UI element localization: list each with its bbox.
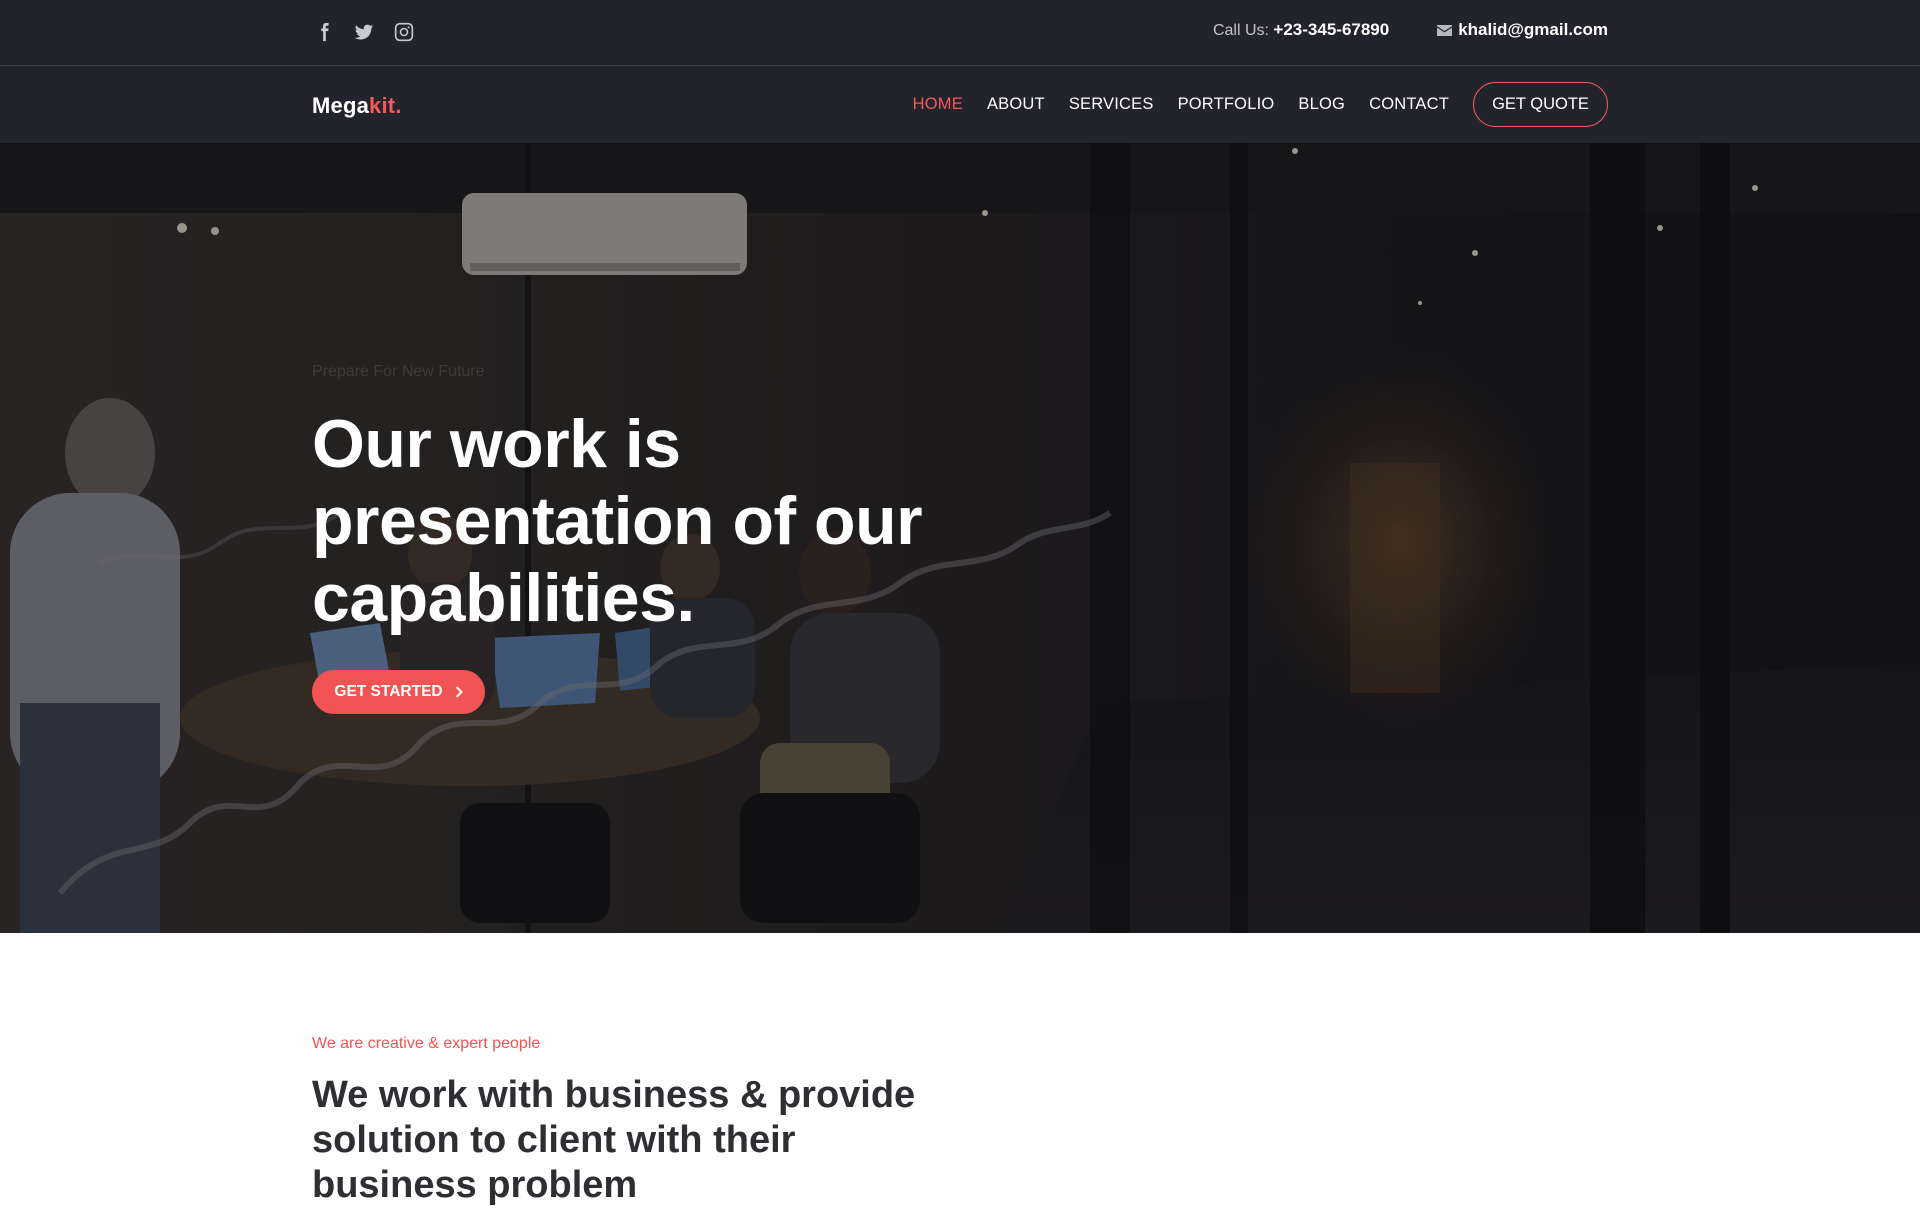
about-title-line: business problem — [312, 1164, 638, 1206]
instagram-icon[interactable] — [392, 20, 416, 44]
hero-title: Our work is presentation of our capabili… — [312, 406, 1012, 637]
mail-icon — [1437, 24, 1453, 36]
call-label: Call Us: — [1212, 22, 1269, 39]
about-title: We work with business & provide solution… — [312, 1073, 992, 1208]
phone-contact: Call Us: +23-345-67890 — [1213, 20, 1389, 40]
nav-item-home[interactable]: HOME — [913, 95, 963, 114]
site-logo[interactable]: Megakit. — [312, 93, 402, 119]
contact-info: Call Us: +23-345-67890 khalid@gmail.com — [1213, 20, 1608, 40]
email-contact: khalid@gmail.com — [1437, 20, 1608, 40]
get-started-label: GET STARTED — [334, 683, 443, 700]
nav-item-blog[interactable]: BLOG — [1298, 95, 1345, 114]
email-address[interactable]: khalid@gmail.com — [1458, 20, 1608, 40]
main-navbar: Megakit. HOME ABOUT SERVICES PORTFOLIO B… — [0, 66, 1920, 143]
logo-main-text: Mega — [312, 93, 370, 118]
nav-item-services[interactable]: SERVICES — [1069, 95, 1154, 114]
hero-title-line: Our work is — [312, 406, 681, 482]
twitter-icon[interactable] — [352, 20, 376, 44]
phone-number[interactable]: +23-345-67890 — [1273, 20, 1389, 39]
hero-title-line: capabilities. — [312, 560, 695, 636]
nav-menu: HOME ABOUT SERVICES PORTFOLIO BLOG CONTA… — [889, 82, 1608, 127]
hero-title-line: presentation of our — [312, 483, 923, 559]
nav-item-contact[interactable]: CONTACT — [1369, 95, 1449, 114]
chevron-right-icon — [455, 686, 463, 698]
facebook-icon[interactable] — [312, 20, 336, 44]
nav-item-about[interactable]: ABOUT — [987, 95, 1045, 114]
get-quote-button[interactable]: GET QUOTE — [1473, 82, 1608, 127]
get-started-button[interactable]: GET STARTED — [312, 670, 485, 714]
hero-subtitle: Prepare For New Future — [312, 363, 485, 380]
social-links — [312, 20, 416, 44]
nav-item-portfolio[interactable]: PORTFOLIO — [1178, 95, 1275, 114]
about-kicker: We are creative & expert people — [312, 1035, 541, 1052]
top-bar: Call Us: +23-345-67890 khalid@gmail.com — [0, 0, 1920, 66]
hero-section: Prepare For New Future Our work is prese… — [0, 143, 1920, 933]
about-title-line: solution to client with their — [312, 1119, 796, 1161]
about-title-line: We work with business & provide — [312, 1074, 916, 1116]
logo-accent-text: kit. — [369, 93, 402, 118]
